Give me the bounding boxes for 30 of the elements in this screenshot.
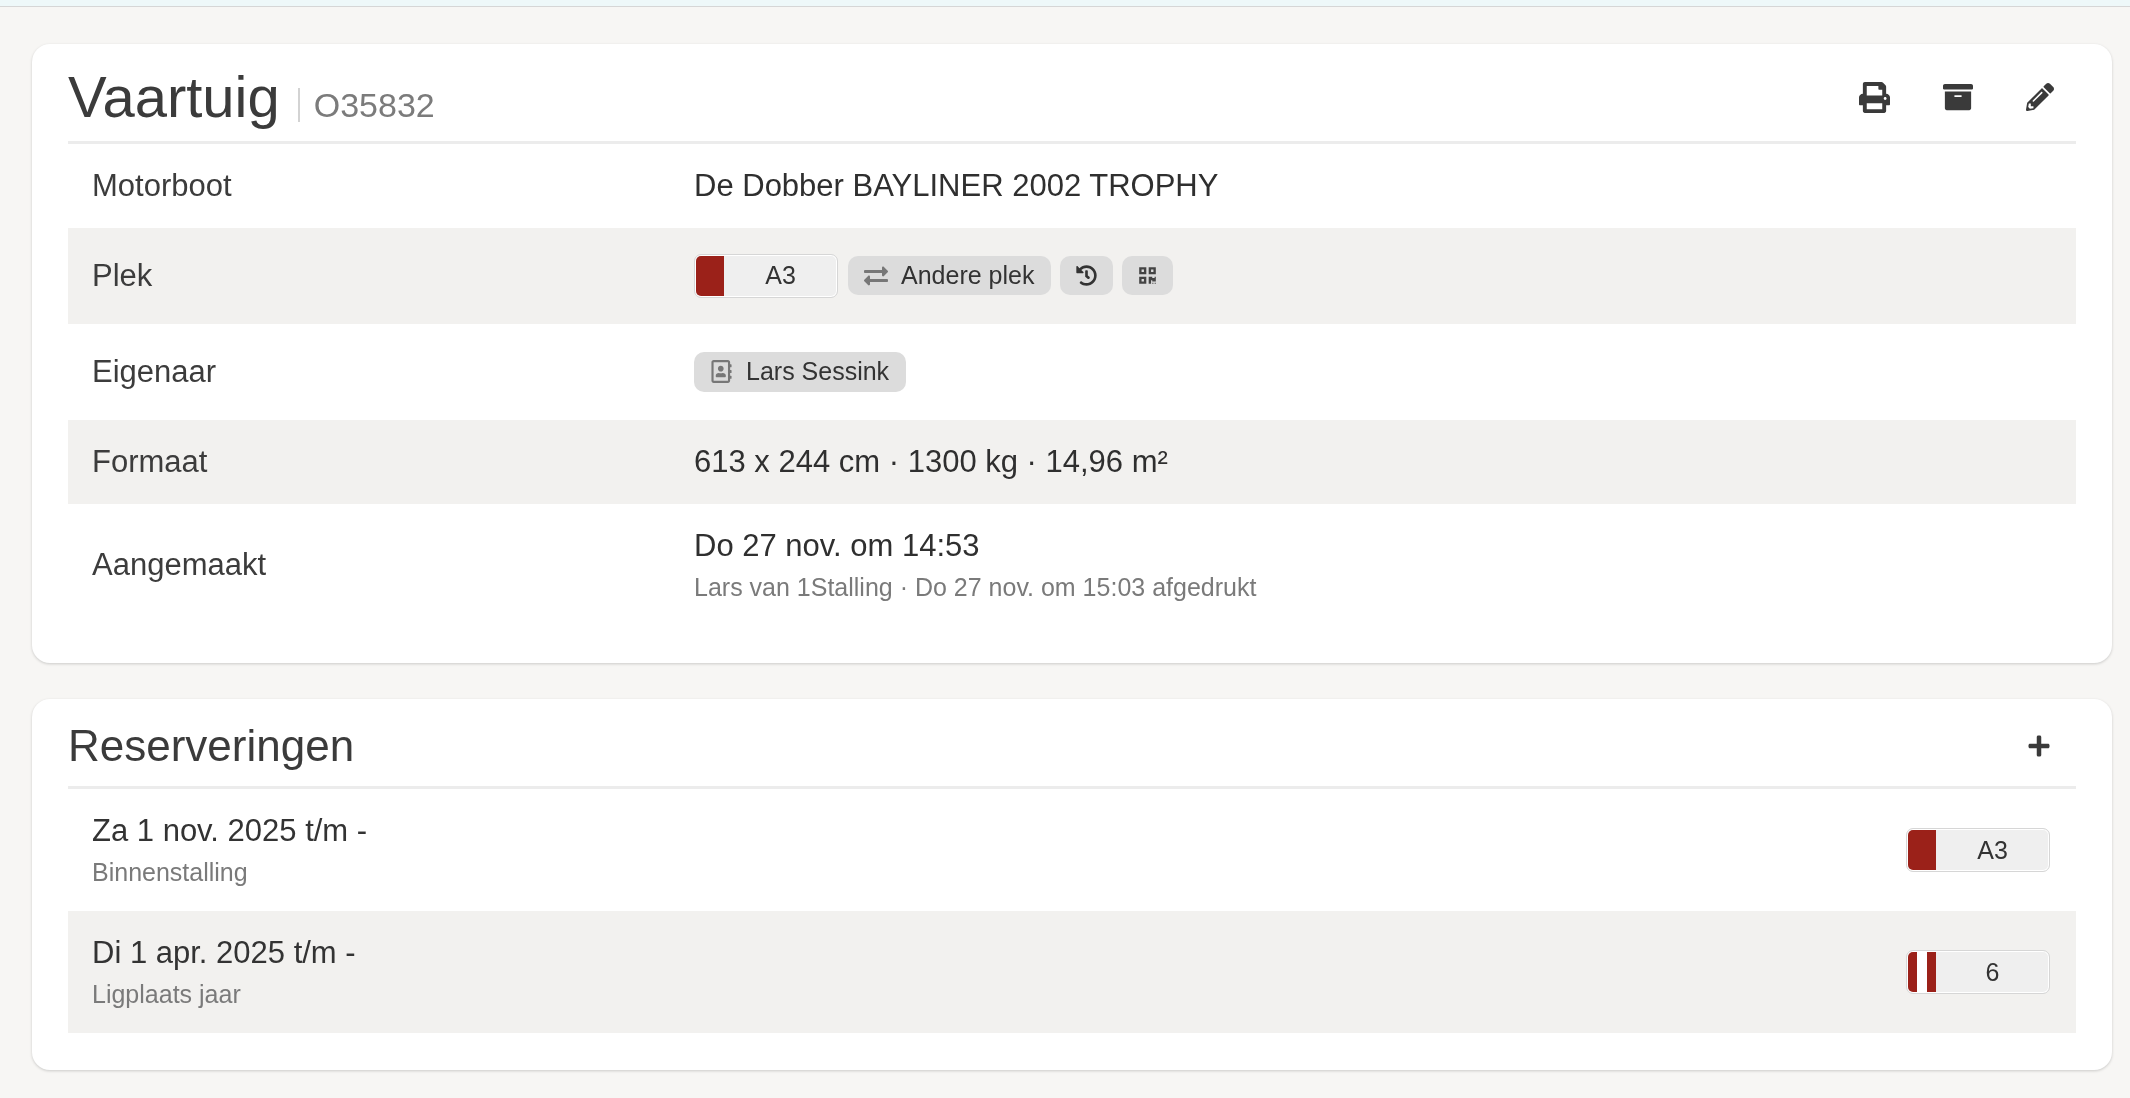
print-note: Lars van 1Stalling · Do 27 nov. om 15:03 afgedrukt <box>694 571 1257 602</box>
archive-box-icon[interactable] <box>1943 82 1973 113</box>
field-label: Eigenaar <box>92 353 217 390</box>
vessel-code: O35832 <box>297 88 435 122</box>
qr-code-button[interactable] <box>1122 256 1174 296</box>
field-label: Plek <box>92 257 153 294</box>
pencil-icon[interactable] <box>2026 83 2054 112</box>
field-value: 613 x 244 cm · 1300 kg · 14,96 m² <box>694 443 1168 480</box>
place-badge[interactable]: A3 <box>694 253 838 298</box>
panel-title: Vaartuig <box>68 64 280 131</box>
change-place-button[interactable]: Andere plek <box>848 256 1052 296</box>
contact-button[interactable]: Lars Sessink <box>694 351 907 392</box>
contact-card-icon <box>710 360 733 384</box>
reservation-period: Di 1 apr. 2025 t/m - <box>92 935 356 972</box>
field-label: Aangemaakt <box>92 546 267 583</box>
reservation-type: Binnenstalling <box>92 857 248 888</box>
history-button[interactable] <box>1060 256 1114 296</box>
qr-code-icon <box>1138 266 1158 286</box>
field-label: Motorboot <box>92 167 232 204</box>
printer-icon[interactable] <box>1859 81 1890 113</box>
field-label: Formaat <box>92 443 208 480</box>
plus-icon[interactable] <box>2027 734 2051 758</box>
panel-title: Reserveringen <box>68 720 355 772</box>
field-value: De Dobber BAYLINER 2002 TROPHY <box>694 167 1219 204</box>
reservation-period: Za 1 nov. 2025 t/m - <box>92 813 368 850</box>
field-value: Do 27 nov. om 14:53 <box>694 527 980 564</box>
reservation-type: Ligplaats jaar <box>92 979 241 1010</box>
history-icon <box>1076 265 1098 287</box>
place-badge[interactable]: A3 <box>1906 828 2050 873</box>
place-badge[interactable]: 6 <box>1906 950 2050 995</box>
